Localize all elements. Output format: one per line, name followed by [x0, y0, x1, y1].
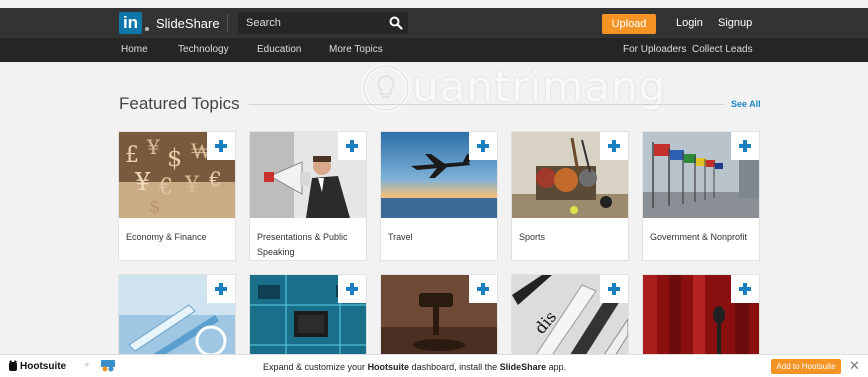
topic-label: Government & Nonprofit: [650, 232, 748, 242]
add-topic-button[interactable]: [207, 275, 235, 303]
brand-separator: [227, 14, 228, 32]
section-divider: [249, 104, 725, 105]
svg-text:€: €: [208, 167, 222, 191]
message-text: app.: [546, 362, 567, 372]
add-topic-button[interactable]: [731, 275, 759, 303]
svg-text:¥: ¥: [184, 173, 200, 198]
plus-icon: +: [84, 360, 90, 371]
message-text: Expand & customize your: [263, 362, 368, 372]
owl-icon: [9, 360, 17, 371]
login-link[interactable]: Login: [676, 17, 703, 29]
search-box: [238, 12, 408, 34]
brand-name[interactable]: SlideShare: [156, 16, 220, 31]
nav-education[interactable]: Education: [257, 44, 301, 55]
svg-text:¥: ¥: [146, 135, 160, 159]
logo-dot: [145, 27, 149, 31]
signup-link[interactable]: Signup: [718, 17, 752, 29]
topic-label: Sports: [519, 232, 546, 242]
add-topic-button[interactable]: [469, 132, 497, 160]
topic-card-news[interactable]: dis: [511, 274, 629, 364]
nav-technology[interactable]: Technology: [178, 44, 229, 55]
topic-card-economy[interactable]: £ ¥ $ ₩ ¥ € ¥ € $ Economy & Finance: [118, 131, 236, 261]
close-icon[interactable]: ✕: [849, 358, 860, 374]
add-topic-button[interactable]: [600, 132, 628, 160]
svg-text:£: £: [125, 143, 139, 168]
message-bold-hootsuite: Hootsuite: [367, 362, 410, 372]
see-all-link[interactable]: See All: [731, 99, 761, 109]
top-bar: in SlideShare Upload Login Signup: [0, 8, 868, 38]
topic-card-technology[interactable]: [249, 274, 367, 364]
add-to-hootsuite-button[interactable]: Add to Hootsuite: [771, 359, 841, 374]
section-title: Featured Topics: [119, 94, 240, 113]
topic-label: Travel: [388, 232, 413, 242]
nav-more-topics[interactable]: More Topics: [329, 44, 383, 55]
svg-text:$: $: [149, 196, 160, 217]
topic-card-law[interactable]: [380, 274, 498, 364]
add-topic-button[interactable]: [469, 275, 497, 303]
topic-card-science[interactable]: [118, 274, 236, 364]
topic-card-sports[interactable]: Sports: [511, 131, 629, 261]
svg-text:¥: ¥: [134, 168, 151, 196]
add-topic-button[interactable]: [338, 132, 366, 160]
hootsuite-bar: Hootsuite + Expand & customize your Hoot…: [0, 354, 868, 377]
add-topic-button[interactable]: [207, 132, 235, 160]
nav-for-uploaders[interactable]: For Uploaders: [623, 44, 686, 55]
add-topic-button[interactable]: [731, 132, 759, 160]
nav-bar: Home Technology Education More Topics Fo…: [0, 38, 868, 62]
topic-label: Economy & Finance: [126, 232, 207, 242]
search-icon[interactable]: [388, 15, 404, 31]
add-topic-button[interactable]: [600, 275, 628, 303]
topic-card-entertainment[interactable]: [642, 274, 760, 364]
message-bold-slideshare: SlideShare: [499, 362, 547, 372]
watermark: uantrimang: [360, 60, 670, 118]
topic-label: Presentations & Public Speaking: [257, 232, 348, 257]
hootsuite-message: Expand & customize your Hootsuite dashbo…: [263, 362, 566, 372]
slideshare-app-icon: [101, 360, 115, 372]
add-topic-button[interactable]: [338, 275, 366, 303]
nav-home[interactable]: Home: [121, 44, 148, 55]
linkedin-logo[interactable]: in: [119, 12, 142, 34]
topic-card-government[interactable]: Government & Nonprofit: [642, 131, 760, 261]
svg-text:$: $: [167, 144, 182, 172]
topic-card-travel[interactable]: Travel: [380, 131, 498, 261]
topic-card-presentations[interactable]: Presentations & Public Speaking: [249, 131, 367, 261]
hootsuite-logo[interactable]: Hootsuite: [20, 361, 66, 372]
lightbulb-icon: [361, 63, 411, 113]
message-text: dashboard, install the: [409, 362, 500, 372]
nav-collect-leads[interactable]: Collect Leads: [692, 44, 753, 55]
upload-button[interactable]: Upload: [602, 14, 656, 34]
search-input[interactable]: [238, 12, 383, 34]
